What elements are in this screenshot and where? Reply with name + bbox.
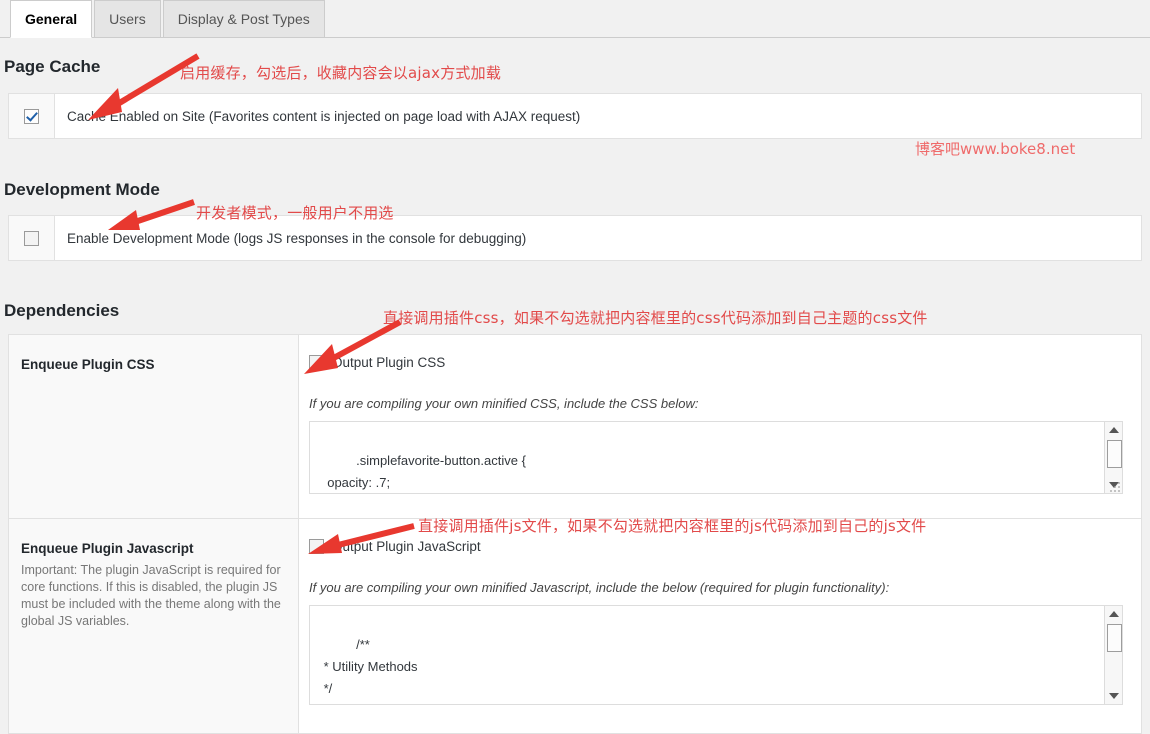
page-cache-checkbox-label: Cache Enabled on Site (Favorites content… <box>67 108 581 124</box>
scrollbar-thumb[interactable] <box>1107 440 1122 468</box>
annotation-plugin-js: 直接调用插件js文件，如果不勾选就把内容框里的js代码添加到自己的js文件 <box>418 517 927 535</box>
annotation-plugin-css: 直接调用插件css，如果不勾选就把内容框里的css代码添加到自己主题的css文件 <box>383 309 928 327</box>
js-textarea-scrollbar[interactable] <box>1104 606 1122 705</box>
output-plugin-css-checkbox[interactable] <box>309 355 324 370</box>
row-js-description: Important: The plugin JavaScript is requ… <box>21 563 281 629</box>
development-mode-checkbox-cell[interactable] <box>9 216 55 260</box>
tab-display-post-types[interactable]: Display & Post Types <box>162 0 325 38</box>
dependencies-heading: Dependencies <box>4 301 120 320</box>
row-js-title: Enqueue Plugin Javascript <box>21 541 194 557</box>
output-plugin-js-control[interactable]: Output Plugin JavaScript <box>309 539 1123 555</box>
output-plugin-css-control[interactable]: Output Plugin CSS <box>309 355 1123 370</box>
output-plugin-css-label: Output Plugin CSS <box>332 355 446 370</box>
annotation-development-mode: 开发者模式，一般用户不用选 <box>196 204 394 222</box>
plugin-js-code: /** * Utility Methods */ var Favorites =… <box>320 637 490 704</box>
scrollbar-thumb[interactable] <box>1107 624 1122 653</box>
development-mode-checkbox[interactable] <box>24 230 39 246</box>
tab-bar: General Users Display & Post Types <box>0 0 1150 38</box>
plugin-js-textarea[interactable]: /** * Utility Methods */ var Favorites =… <box>309 605 1123 706</box>
development-mode-heading: Development Mode <box>4 180 160 199</box>
row-css-left-cell: Enqueue Plugin CSS <box>9 335 299 519</box>
tab-users[interactable]: Users <box>94 0 161 38</box>
output-plugin-js-checkbox[interactable] <box>309 539 324 555</box>
row-js-left-cell: Enqueue Plugin Javascript Important: The… <box>9 519 299 733</box>
row-enqueue-plugin-javascript: Enqueue Plugin Javascript Important: The… <box>9 519 1141 733</box>
js-help-note: If you are compiling your own minified J… <box>309 580 890 596</box>
scroll-up-icon[interactable] <box>1105 422 1122 438</box>
watermark: 博客吧www.boke8.net <box>915 140 1076 158</box>
output-plugin-js-label: Output Plugin JavaScript <box>332 539 481 555</box>
row-css-right-cell: Output Plugin CSS If you are compiling y… <box>299 335 1141 519</box>
development-mode-checkbox-label: Enable Development Mode (logs JS respons… <box>67 230 527 246</box>
settings-page: General Users Display & Post Types Page … <box>0 0 1150 734</box>
page-cache-heading: Page Cache <box>4 57 101 76</box>
plugin-css-code: .simplefavorite-button.active { opacity:… <box>327 453 526 490</box>
page-cache-row: Cache Enabled on Site (Favorites content… <box>9 94 1141 138</box>
page-cache-checkbox[interactable] <box>24 108 39 124</box>
row-enqueue-plugin-css: Enqueue Plugin CSS Output Plugin CSS If … <box>9 335 1141 520</box>
scroll-up-icon[interactable] <box>1105 606 1122 622</box>
development-mode-row: Enable Development Mode (logs JS respons… <box>9 216 1141 260</box>
page-cache-panel: Cache Enabled on Site (Favorites content… <box>8 93 1142 139</box>
tab-general[interactable]: General <box>10 0 93 38</box>
css-help-note: If you are compiling your own minified C… <box>309 396 699 411</box>
resize-grip-icon[interactable] <box>1108 480 1120 492</box>
development-mode-panel: Enable Development Mode (logs JS respons… <box>8 215 1142 261</box>
annotation-page-cache: 启用缓存，勾选后，收藏内容会以ajax方式加载 <box>180 64 502 82</box>
plugin-css-textarea[interactable]: .simplefavorite-button.active { opacity:… <box>309 421 1123 494</box>
scroll-down-icon[interactable] <box>1105 688 1122 704</box>
page-cache-checkbox-cell[interactable] <box>9 94 55 138</box>
row-js-right-cell: Output Plugin JavaScript If you are comp… <box>299 519 1141 733</box>
row-css-title: Enqueue Plugin CSS <box>21 357 155 372</box>
